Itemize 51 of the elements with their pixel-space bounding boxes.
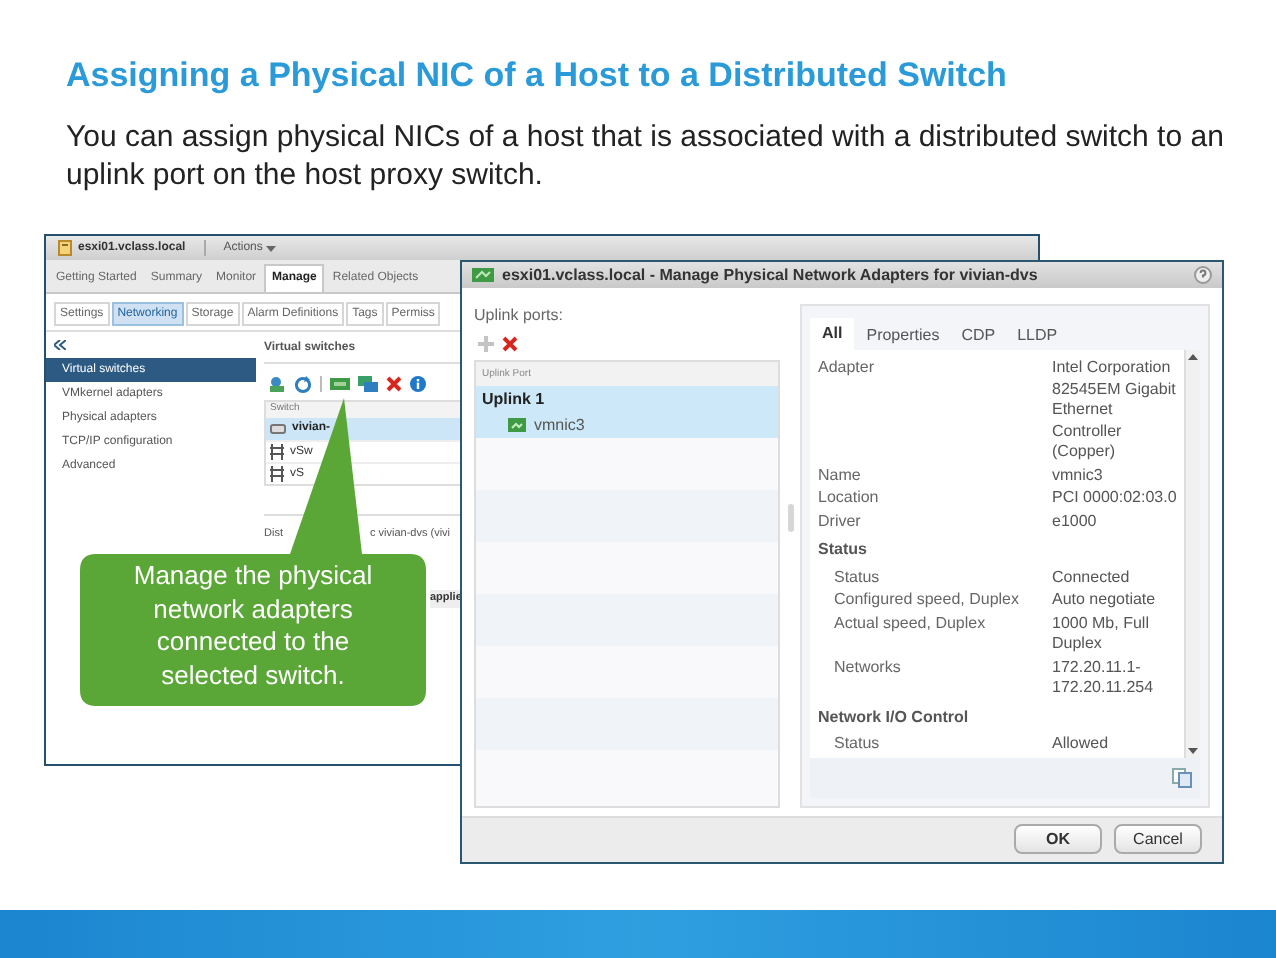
host-icon xyxy=(58,240,72,256)
property-label: Networks xyxy=(832,657,903,680)
uplink-row[interactable]: vmnic3 xyxy=(476,412,779,439)
section-heading: Status xyxy=(818,540,869,562)
property-value: Allowed xyxy=(1052,734,1111,756)
dialog-title: esxi01.vclass.local - Manage Physical Network Adapters for vivian-dvs xyxy=(502,263,1040,288)
property-value: Auto negotiate xyxy=(1052,590,1158,612)
info-icon[interactable] xyxy=(410,376,426,392)
splitter-handle[interactable] xyxy=(787,504,794,533)
slide-text: You can assign physical NICs of a host that is associated with a distributed switch to an uplink port on the host proxy switch. xyxy=(66,118,1226,194)
adapter-icon[interactable] xyxy=(330,376,350,392)
property-value: 172.20.11.1-172.20.11.254 xyxy=(1052,657,1156,700)
property-label: Actual speed, Duplex xyxy=(832,613,988,636)
property-value: PCI 0000:02:03.0 xyxy=(1052,488,1179,510)
migrate-icon[interactable] xyxy=(358,375,378,393)
property-value: e1000 xyxy=(1052,511,1099,533)
switch-icon xyxy=(270,444,284,460)
switch-icon xyxy=(270,466,284,482)
callout-text: Manage the physical network adapters connected to the selected switch. xyxy=(131,560,375,692)
collapse-icon[interactable] xyxy=(54,340,66,350)
copy-icon[interactable] xyxy=(1172,767,1192,788)
adapter-name: vmnic3 xyxy=(534,413,585,438)
property-value: 1000 Mb, Full Duplex xyxy=(1052,613,1151,656)
property-label: Adapter xyxy=(818,358,877,381)
tab[interactable]: All xyxy=(810,318,855,351)
property-label: Status xyxy=(832,567,882,589)
property-label: Location xyxy=(818,488,881,510)
section-heading: Network I/O Control xyxy=(818,707,971,729)
delete-icon[interactable] xyxy=(386,376,402,392)
property-label: Status xyxy=(832,734,882,756)
uplink-row[interactable]: Uplink 1 xyxy=(476,386,779,413)
help-icon[interactable] xyxy=(1194,266,1212,285)
property-value: Connected xyxy=(1052,567,1132,589)
dialog-button[interactable]: OK xyxy=(1014,824,1102,855)
dialog-button[interactable]: Cancel xyxy=(1114,824,1202,855)
slide-title: Assigning a Physical NIC of a Host to a Distributed Switch xyxy=(66,54,1009,98)
adapter-icon xyxy=(508,418,526,433)
network-icon[interactable] xyxy=(268,375,286,393)
scrollbar[interactable] xyxy=(1184,350,1200,758)
property-label: Configured speed, Duplex xyxy=(832,590,1022,612)
uplinks-label: Uplink ports: xyxy=(474,304,565,329)
adapter-icon xyxy=(472,266,494,285)
property-label: Name xyxy=(818,465,863,487)
switch-icon xyxy=(270,424,286,434)
remove-icon[interactable] xyxy=(502,336,518,353)
scroll-up-icon[interactable] xyxy=(1188,354,1198,361)
caret-icon xyxy=(266,245,277,251)
property-label: Driver xyxy=(818,511,863,533)
refresh-icon[interactable] xyxy=(294,375,312,393)
property-value: vmnic3 xyxy=(1052,465,1105,487)
property-value: Intel Corporation 82545EM Gigabit Ethernet Controller (Copper) xyxy=(1052,358,1178,464)
